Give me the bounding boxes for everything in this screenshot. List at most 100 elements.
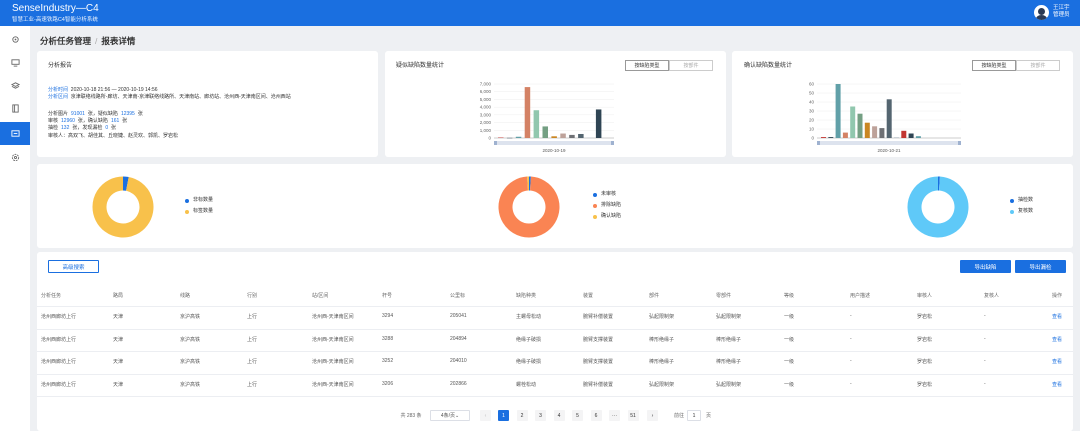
report-line-review: 审核 12960 张，确认缺陷 161 张 (48, 118, 127, 125)
sidebar (0, 26, 30, 431)
zoom-handle[interactable] (817, 141, 820, 145)
page-button[interactable]: 2 (516, 410, 528, 421)
pie-slice[interactable] (92, 176, 154, 238)
table-cell: 弘起限制架 (716, 381, 742, 388)
table-cell: 沧州西廊坊上行 (41, 359, 77, 365)
bar (908, 133, 914, 138)
y-tick-label: 40 (809, 100, 815, 105)
y-tick-label: 50 (809, 91, 815, 96)
avatar[interactable] (1034, 5, 1049, 20)
table-cell: 一级 (784, 314, 795, 320)
sidebar-item-layers[interactable] (0, 75, 30, 95)
advanced-search-button[interactable]: 高级搜索 (48, 260, 99, 273)
page-button[interactable]: ··· (609, 410, 620, 421)
y-tick-label: 7,000 (480, 82, 492, 87)
legend-item: 排除缺陷 (593, 200, 621, 211)
table-cell: 天津 (113, 381, 124, 388)
view-link[interactable]: 查看 (1052, 358, 1062, 365)
table-cell: 主螺母松动 (516, 314, 542, 320)
pie-slice[interactable] (907, 176, 969, 238)
y-tick-label: 20 (809, 118, 815, 123)
sidebar-item-report[interactable] (0, 122, 30, 145)
prev-page-button[interactable]: ‹ (480, 410, 491, 421)
report-reviewers: 审核人：高双飞、胡佳其、丘晓婕、赵灵欢、郭凯、罗岩松 (48, 133, 179, 139)
table-cell: 3288 (382, 335, 394, 342)
export-misses-button[interactable]: 导出漏检 (1015, 260, 1066, 273)
bar (850, 106, 856, 138)
bar (524, 87, 531, 138)
page-size-select[interactable]: 4条/页 ⌄ (430, 410, 470, 421)
page-button[interactable]: 3 (535, 410, 546, 421)
bar (828, 137, 834, 138)
y-tick-label: 0 (811, 136, 814, 141)
column-header: 操作 (1052, 293, 1063, 299)
sidebar-item-book[interactable] (0, 98, 30, 118)
sidebar-item-monitor[interactable] (0, 52, 30, 72)
table-cell: 京沪高铁 (180, 359, 201, 365)
view-link[interactable]: 查看 (1052, 381, 1062, 388)
view-link[interactable]: 查看 (1052, 313, 1062, 320)
report-text: 分析图片 (48, 111, 69, 117)
breadcrumb-parent[interactable]: 分析任务管理 (40, 36, 91, 46)
y-tick-label: 6,000 (480, 89, 492, 94)
page-button[interactable]: 4 (553, 410, 565, 421)
goto-suffix: 页 (705, 413, 711, 419)
table-cell: 上行 (247, 314, 258, 320)
confirmed-toggle-by-part[interactable]: 按部件 (1016, 60, 1060, 71)
legend-item: 非标数量 (185, 195, 213, 206)
table-cell: 一级 (784, 336, 795, 343)
page-button[interactable]: 51 (627, 410, 639, 421)
bar (533, 110, 540, 138)
goto-input[interactable]: 1 (687, 410, 701, 421)
zoom-slider[interactable] (817, 141, 961, 145)
suspected-toggle-by-type[interactable]: 按缺陷类型 (625, 60, 669, 71)
y-tick-label: 60 (809, 82, 815, 87)
sidebar-item-gear[interactable] (0, 147, 30, 167)
table-cell: 棒形绝缘子 (649, 359, 675, 365)
report-time: 分析时间 2020-10-18 21:56 — 2020-10-19 14:56 (48, 87, 158, 94)
next-page-button[interactable]: › (647, 410, 658, 421)
table-cell: 204894 (450, 335, 467, 342)
sidebar-item-settings[interactable] (0, 29, 30, 49)
legend-dot (593, 203, 597, 208)
y-tick-label: 4,000 (480, 105, 492, 110)
bar (551, 136, 557, 138)
export-defects-button[interactable]: 导出缺陷 (960, 260, 1011, 273)
bar (842, 132, 848, 138)
table-cell: 罗岩松 (917, 314, 933, 320)
table-cell: 沧州西-天津南区间 (312, 336, 354, 343)
zoom-handle[interactable] (958, 141, 961, 145)
zoom-handle[interactable] (494, 141, 497, 145)
gear-icon (11, 153, 19, 161)
bar (835, 84, 841, 138)
legend-label: 确认缺陷 (601, 213, 622, 219)
table-cell: 沧州西-天津南区间 (312, 359, 354, 365)
bar (560, 133, 566, 138)
zoom-slider[interactable] (494, 141, 614, 145)
y-tick-label: 0 (488, 136, 491, 141)
table-cell: 棒形绝缘子 (716, 336, 742, 343)
suspected-toggle-by-part[interactable]: 按部件 (669, 60, 713, 71)
page-button[interactable]: 6 (590, 410, 602, 421)
table-cell: 绝缘子破损 (516, 336, 542, 343)
bar (821, 137, 826, 138)
user-info[interactable]: 王江宇 管理员 (1053, 5, 1070, 19)
view-link[interactable]: 查看 (1052, 336, 1062, 343)
zoom-handle[interactable] (611, 141, 614, 145)
page-button[interactable]: 1 (498, 410, 509, 421)
legend-dot (185, 209, 189, 214)
table-cell: 天津 (113, 336, 124, 343)
y-tick-label: 2,000 (480, 120, 492, 125)
confirmed-toggle-by-type[interactable]: 按缺陷类型 (972, 60, 1016, 71)
page-button[interactable]: 5 (572, 410, 583, 421)
bar (587, 137, 593, 138)
confirmed-chart-title: 确认缺陷数量统计 (744, 63, 793, 69)
table-cell: 京沪高铁 (180, 381, 201, 388)
x-tick-label: 2020-10-19 (542, 148, 566, 153)
report-number: 161 (110, 118, 120, 124)
legend-dot (1010, 198, 1014, 203)
table-cell: - (984, 380, 986, 387)
column-header: 杆号 (382, 293, 393, 299)
breadcrumb-separator: / (95, 36, 98, 46)
pie-slice[interactable] (498, 176, 560, 238)
